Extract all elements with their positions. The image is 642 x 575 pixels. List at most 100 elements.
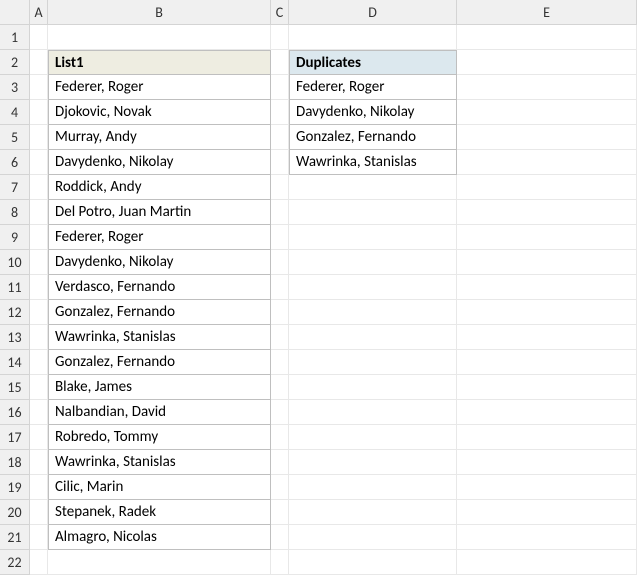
cell-b15[interactable]: Blake, James: [48, 375, 271, 400]
cell-a16[interactable]: [30, 400, 48, 425]
cell-b5[interactable]: Murray, Andy: [48, 125, 271, 150]
row-header-13[interactable]: 13: [0, 325, 30, 350]
cell-e4[interactable]: [457, 100, 637, 125]
cell-b18[interactable]: Wawrinka, Stanislas: [48, 450, 271, 475]
cell-a14[interactable]: [30, 350, 48, 375]
row-header-14[interactable]: 14: [0, 350, 30, 375]
cell-a5[interactable]: [30, 125, 48, 150]
cell-e5[interactable]: [457, 125, 637, 150]
cell-d13[interactable]: [289, 325, 457, 350]
column-header-b[interactable]: B: [48, 0, 271, 25]
cell-c11[interactable]: [271, 275, 289, 300]
cell-e2[interactable]: [457, 50, 637, 75]
row-header-5[interactable]: 5: [0, 125, 30, 150]
cell-c4[interactable]: [271, 100, 289, 125]
cell-d6[interactable]: Wawrinka, Stanislas: [289, 150, 457, 175]
spreadsheet-grid[interactable]: ABCDE12List1Duplicates3Federer, RogerFed…: [0, 0, 642, 575]
cell-e6[interactable]: [457, 150, 637, 175]
cell-d5[interactable]: Gonzalez, Fernando: [289, 125, 457, 150]
cell-d18[interactable]: [289, 450, 457, 475]
cell-a9[interactable]: [30, 225, 48, 250]
cell-e22[interactable]: [457, 550, 637, 575]
cell-a6[interactable]: [30, 150, 48, 175]
cell-d20[interactable]: [289, 500, 457, 525]
cell-c2[interactable]: [271, 50, 289, 75]
cell-e18[interactable]: [457, 450, 637, 475]
cell-b12[interactable]: Gonzalez, Fernando: [48, 300, 271, 325]
row-header-20[interactable]: 20: [0, 500, 30, 525]
cell-e7[interactable]: [457, 175, 637, 200]
cell-d16[interactable]: [289, 400, 457, 425]
cell-d1[interactable]: [289, 25, 457, 50]
cell-d4[interactable]: Davydenko, Nikolay: [289, 100, 457, 125]
cell-c1[interactable]: [271, 25, 289, 50]
cell-c10[interactable]: [271, 250, 289, 275]
row-header-19[interactable]: 19: [0, 475, 30, 500]
column-header-c[interactable]: C: [271, 0, 289, 25]
select-all-corner[interactable]: [0, 0, 30, 25]
cell-b17[interactable]: Robredo, Tommy: [48, 425, 271, 450]
cell-e8[interactable]: [457, 200, 637, 225]
cell-c14[interactable]: [271, 350, 289, 375]
cell-e12[interactable]: [457, 300, 637, 325]
row-header-21[interactable]: 21: [0, 525, 30, 550]
cell-c20[interactable]: [271, 500, 289, 525]
row-header-15[interactable]: 15: [0, 375, 30, 400]
cell-d15[interactable]: [289, 375, 457, 400]
cell-a10[interactable]: [30, 250, 48, 275]
cell-e3[interactable]: [457, 75, 637, 100]
cell-e9[interactable]: [457, 225, 637, 250]
cell-c17[interactable]: [271, 425, 289, 450]
row-header-7[interactable]: 7: [0, 175, 30, 200]
cell-a15[interactable]: [30, 375, 48, 400]
column-header-a[interactable]: A: [30, 0, 48, 25]
cell-d11[interactable]: [289, 275, 457, 300]
cell-e14[interactable]: [457, 350, 637, 375]
row-header-3[interactable]: 3: [0, 75, 30, 100]
cell-c21[interactable]: [271, 525, 289, 550]
cell-c19[interactable]: [271, 475, 289, 500]
cell-c5[interactable]: [271, 125, 289, 150]
cell-d8[interactable]: [289, 200, 457, 225]
cell-b22[interactable]: [48, 550, 271, 575]
cell-d7[interactable]: [289, 175, 457, 200]
cell-a21[interactable]: [30, 525, 48, 550]
row-header-8[interactable]: 8: [0, 200, 30, 225]
cell-e15[interactable]: [457, 375, 637, 400]
cell-b1[interactable]: [48, 25, 271, 50]
cell-d17[interactable]: [289, 425, 457, 450]
cell-c8[interactable]: [271, 200, 289, 225]
row-header-18[interactable]: 18: [0, 450, 30, 475]
row-header-1[interactable]: 1: [0, 25, 30, 50]
cell-b8[interactable]: Del Potro, Juan Martin: [48, 200, 271, 225]
cell-b14[interactable]: Gonzalez, Fernando: [48, 350, 271, 375]
cell-b10[interactable]: Davydenko, Nikolay: [48, 250, 271, 275]
column-header-e[interactable]: E: [457, 0, 637, 25]
cell-b21[interactable]: Almagro, Nicolas: [48, 525, 271, 550]
cell-e19[interactable]: [457, 475, 637, 500]
cell-b7[interactable]: Roddick, Andy: [48, 175, 271, 200]
cell-e13[interactable]: [457, 325, 637, 350]
cell-b13[interactable]: Wawrinka, Stanislas: [48, 325, 271, 350]
cell-a8[interactable]: [30, 200, 48, 225]
cell-e21[interactable]: [457, 525, 637, 550]
cell-d9[interactable]: [289, 225, 457, 250]
cell-b16[interactable]: Nalbandian, David: [48, 400, 271, 425]
cell-d14[interactable]: [289, 350, 457, 375]
cell-a18[interactable]: [30, 450, 48, 475]
cell-b11[interactable]: Verdasco, Fernando: [48, 275, 271, 300]
cell-a17[interactable]: [30, 425, 48, 450]
cell-e11[interactable]: [457, 275, 637, 300]
cell-c16[interactable]: [271, 400, 289, 425]
cell-d21[interactable]: [289, 525, 457, 550]
cell-c6[interactable]: [271, 150, 289, 175]
row-header-11[interactable]: 11: [0, 275, 30, 300]
row-header-10[interactable]: 10: [0, 250, 30, 275]
cell-c9[interactable]: [271, 225, 289, 250]
cell-a3[interactable]: [30, 75, 48, 100]
cell-a20[interactable]: [30, 500, 48, 525]
cell-c22[interactable]: [271, 550, 289, 575]
cell-d19[interactable]: [289, 475, 457, 500]
row-header-12[interactable]: 12: [0, 300, 30, 325]
cell-e17[interactable]: [457, 425, 637, 450]
